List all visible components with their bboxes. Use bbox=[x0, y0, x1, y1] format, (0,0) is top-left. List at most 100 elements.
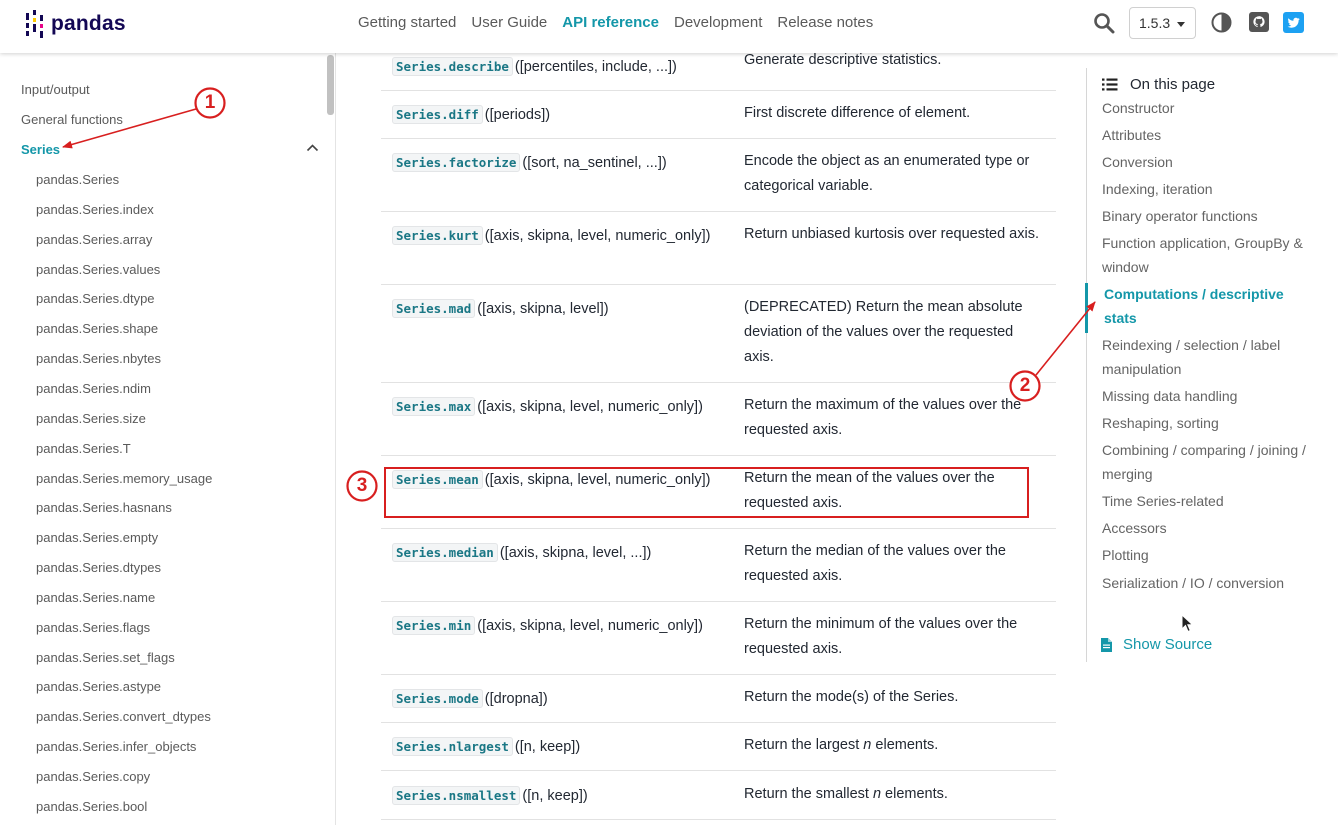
function-description: Return the median of the values over the… bbox=[744, 543, 1006, 584]
sidebar-item-general-functions[interactable]: General functions bbox=[21, 112, 123, 128]
toc-item[interactable]: Time Series-related bbox=[1102, 489, 1312, 513]
function-args: ([axis, skipna, level, numeric_only]) bbox=[477, 399, 703, 415]
sidebar-subitem[interactable]: pandas.Series.T bbox=[36, 441, 131, 457]
theme-toggle-icon[interactable] bbox=[1211, 12, 1232, 33]
sidebar-subitem[interactable]: pandas.Series.dtype bbox=[36, 291, 155, 307]
toc-item[interactable]: Function application, GroupBy & window bbox=[1102, 231, 1312, 279]
table-row: Series.mad ([axis, skipna, level]) (DEPREC… bbox=[381, 285, 1056, 383]
on-this-page-toc: On this page Constructor Attributes Conver… bbox=[1085, 68, 1338, 662]
search-icon[interactable] bbox=[1093, 12, 1115, 34]
toc-item[interactable]: Conversion bbox=[1102, 150, 1312, 174]
sidebar-subitem[interactable]: pandas.Series.index bbox=[36, 202, 154, 218]
function-description: Return the maximum of the values over th… bbox=[744, 397, 1022, 438]
function-description: (DEPRECATED) Return the mean absolute de… bbox=[744, 299, 1023, 365]
sidebar-subitem[interactable]: pandas.Series.flags bbox=[36, 620, 150, 636]
pandas-logo[interactable]: pandas bbox=[25, 9, 126, 39]
function-link[interactable]: Series.nsmallest bbox=[392, 786, 521, 805]
function-description: Return the minimum of the values over th… bbox=[744, 616, 1018, 657]
sidebar-subitem[interactable]: pandas.Series.convert_dtypes bbox=[36, 709, 211, 725]
sidebar-subitem[interactable]: pandas.Series.memory_usage bbox=[36, 471, 212, 487]
description-text: elements. bbox=[881, 786, 948, 802]
sidebar-subitem[interactable]: pandas.Series.copy bbox=[36, 769, 150, 785]
chevron-down-icon bbox=[1177, 22, 1185, 27]
sidebar-subitem[interactable]: pandas.Series.ndim bbox=[36, 381, 151, 397]
sidebar-scrollbar[interactable] bbox=[327, 55, 334, 115]
function-signature: Series.factorize ([sort, na_sentinel, ...… bbox=[392, 153, 667, 172]
nav-user-guide[interactable]: User Guide bbox=[471, 14, 547, 32]
sidebar-subitem[interactable]: pandas.Series.values bbox=[36, 262, 160, 278]
toc-item[interactable]: Reshaping, sorting bbox=[1102, 411, 1312, 435]
function-signature: Series.nlargest ([n, keep]) bbox=[392, 737, 580, 756]
toc-item-active[interactable]: Computations / descriptive stats bbox=[1104, 282, 1314, 330]
sidebar-subitem[interactable]: pandas.Series.nbytes bbox=[36, 351, 161, 367]
toc-item[interactable]: Binary operator functions bbox=[1102, 204, 1312, 228]
chevron-up-icon[interactable] bbox=[306, 143, 319, 152]
function-link[interactable]: Series.max bbox=[392, 397, 476, 416]
main-content: Series.describe ([percentiles, include, .… bbox=[336, 53, 1086, 825]
sidebar-subitem[interactable]: pandas.Series.array bbox=[36, 232, 152, 248]
nav-api-reference[interactable]: API reference bbox=[562, 14, 659, 32]
toc-item[interactable]: Serialization / IO / conversion bbox=[1102, 571, 1312, 595]
function-description: Return the mean of the values over the r… bbox=[744, 470, 995, 511]
function-link[interactable]: Series.describe bbox=[392, 57, 513, 76]
github-icon[interactable] bbox=[1249, 12, 1269, 32]
sidebar-subitem[interactable]: pandas.Series.empty bbox=[36, 530, 158, 546]
sidebar-subitem[interactable]: pandas.Series.astype bbox=[36, 679, 161, 695]
function-link[interactable]: Series.factorize bbox=[392, 153, 521, 172]
function-description: First discrete difference of element. bbox=[744, 105, 971, 121]
function-description: Return the smallest n elements. bbox=[744, 782, 1044, 807]
function-signature: Series.diff ([periods]) bbox=[392, 105, 551, 124]
function-link[interactable]: Series.mean bbox=[392, 470, 483, 489]
function-args: ([percentiles, include, ...]) bbox=[514, 59, 677, 75]
function-args: ([axis, skipna, level, ...]) bbox=[499, 545, 652, 561]
show-source-link[interactable]: Show Source bbox=[1101, 636, 1212, 653]
toc-item[interactable]: Indexing, iteration bbox=[1102, 177, 1312, 201]
toc-item[interactable]: Attributes bbox=[1102, 123, 1312, 147]
left-sidebar: Input/output General functions Series pa… bbox=[0, 53, 336, 825]
sidebar-item-series[interactable]: Series bbox=[21, 142, 60, 158]
function-link[interactable]: Series.mad bbox=[392, 299, 476, 318]
function-signature: Series.mode ([dropna]) bbox=[392, 689, 548, 708]
version-dropdown[interactable]: 1.5.3 bbox=[1129, 7, 1196, 39]
toc-item[interactable]: Constructor bbox=[1102, 96, 1312, 120]
mouse-cursor-icon bbox=[1181, 614, 1194, 633]
sidebar-subitem[interactable]: pandas.Series.size bbox=[36, 411, 146, 427]
toc-item[interactable]: Plotting bbox=[1102, 543, 1312, 567]
function-description: Generate descriptive statistics. bbox=[744, 53, 942, 68]
nav-release-notes[interactable]: Release notes bbox=[777, 14, 873, 32]
function-signature: Series.mad ([axis, skipna, level]) bbox=[392, 299, 609, 318]
function-link[interactable]: Series.kurt bbox=[392, 226, 483, 245]
function-signature: Series.nsmallest ([n, keep]) bbox=[392, 786, 588, 805]
function-link[interactable]: Series.median bbox=[392, 543, 498, 562]
toc-item[interactable]: Missing data handling bbox=[1102, 384, 1312, 408]
table-row: Series.factorize ([sort, na_sentinel, ...… bbox=[381, 139, 1056, 212]
sidebar-subitem[interactable]: pandas.Series.infer_objects bbox=[36, 739, 196, 755]
sidebar-subitem[interactable]: pandas.Series.set_flags bbox=[36, 650, 175, 666]
function-link[interactable]: Series.min bbox=[392, 616, 476, 635]
function-link[interactable]: Series.mode bbox=[392, 689, 483, 708]
sidebar-subitem[interactable]: pandas.Series bbox=[36, 172, 119, 188]
callout-label-1: 1 bbox=[204, 92, 216, 113]
function-link[interactable]: Series.nlargest bbox=[392, 737, 513, 756]
function-args: ([periods]) bbox=[484, 107, 551, 123]
table-row: Series.nlargest ([n, keep]) Return the lar… bbox=[381, 723, 1056, 771]
sidebar-subitem[interactable]: pandas.Series.hasnans bbox=[36, 500, 172, 516]
sidebar-subitem[interactable]: pandas.Series.bool bbox=[36, 799, 147, 815]
toc-item[interactable]: Reindexing / selection / label manipulat… bbox=[1102, 333, 1312, 381]
function-description: Return the largest n elements. bbox=[744, 733, 1044, 758]
toc-item[interactable]: Accessors bbox=[1102, 516, 1312, 540]
sidebar-subitem[interactable]: pandas.Series.shape bbox=[36, 321, 158, 337]
function-link[interactable]: Series.diff bbox=[392, 105, 483, 124]
function-args: ([dropna]) bbox=[484, 691, 548, 707]
nav-development[interactable]: Development bbox=[674, 14, 762, 32]
table-row: Series.kurt ([axis, skipna, level, numeri… bbox=[381, 212, 1056, 285]
nav-getting-started[interactable]: Getting started bbox=[358, 14, 456, 32]
twitter-icon[interactable] bbox=[1283, 12, 1304, 33]
sidebar-subitem[interactable]: pandas.Series.name bbox=[36, 590, 155, 606]
sidebar-item-input-output[interactable]: Input/output bbox=[21, 82, 90, 98]
toc-item[interactable]: Combining / comparing / joining / mergin… bbox=[1102, 438, 1312, 486]
version-label: 1.5.3 bbox=[1139, 15, 1171, 31]
show-source-label: Show Source bbox=[1123, 636, 1213, 653]
description-emphasis: n bbox=[872, 786, 882, 802]
sidebar-subitem[interactable]: pandas.Series.dtypes bbox=[36, 560, 161, 576]
